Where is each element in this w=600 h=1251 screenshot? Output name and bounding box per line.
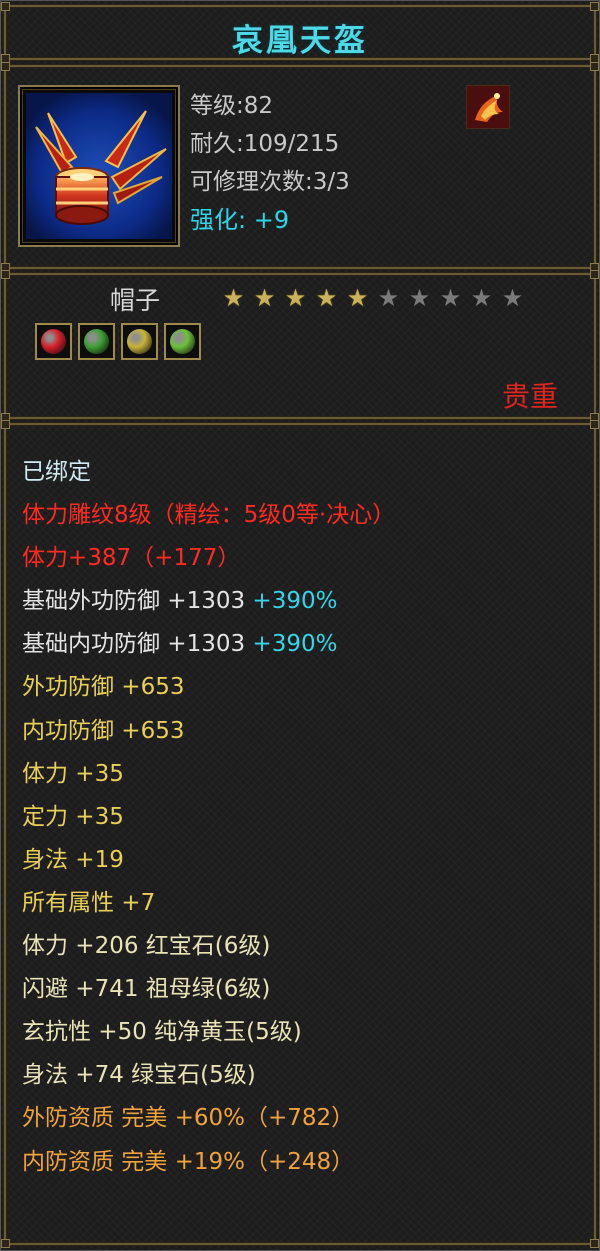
stat-line: 基础外功防御 +1303 +390% <box>22 580 395 623</box>
item-durability: 耐久:109/215 <box>190 131 340 157</box>
gem-slots <box>35 323 201 360</box>
gem-slot[interactable] <box>35 323 72 360</box>
stat-text: 体力雕纹8级（精绘：5级0等·决心） <box>22 502 396 529</box>
enhance-label: 强化: <box>190 206 247 234</box>
star-empty-icon: ★ <box>408 284 431 312</box>
stat-text: 身法 +19 <box>22 846 124 873</box>
stat-line: 身法 +74 绿宝石(5级) <box>22 1054 395 1097</box>
stat-text: 基础内功防御 +1303 <box>22 631 246 658</box>
item-level: 等级:82 <box>190 93 274 119</box>
stat-line: 内功防御 +653 <box>22 710 395 753</box>
stat-line: 体力+387（+177） <box>22 537 395 580</box>
stat-text: 已绑定 <box>22 459 91 485</box>
green-gem-icon <box>84 329 109 354</box>
stat-text: 体力 +206 红宝石(6级) <box>22 933 271 960</box>
yellow-gem-icon <box>127 329 152 354</box>
item-header-panel: 等级:82 耐久:109/215 可修理次数:3/3 强化: +9 <box>1 62 599 272</box>
phoenix-helmet-icon <box>26 93 172 239</box>
stat-line: 身法 +19 <box>22 839 395 882</box>
title-panel: 哀凰天盔 <box>1 2 599 63</box>
stat-line: 外功防御 +653 <box>22 666 395 709</box>
stat-line: 玄抗性 +50 纯净黄玉(5级) <box>22 1011 395 1054</box>
star-filled-icon: ★ <box>315 284 338 312</box>
item-info: 等级:82 耐久:109/215 可修理次数:3/3 强化: +9 <box>190 87 350 239</box>
stat-text: 定力 +35 <box>22 803 124 830</box>
star-empty-icon: ★ <box>501 284 524 312</box>
star-empty-icon: ★ <box>439 284 462 312</box>
stat-text: 闪避 +741 祖母绿(6级) <box>22 976 271 1003</box>
stat-line: 体力 +35 <box>22 753 395 796</box>
stat-line: 体力 +206 红宝石(6级) <box>22 925 395 968</box>
red-gem-icon <box>41 329 66 354</box>
stat-line: 闪避 +741 祖母绿(6级) <box>22 968 395 1011</box>
lime-gem-icon <box>170 329 195 354</box>
item-enhance: 强化: +9 <box>190 201 350 239</box>
item-type: 帽子 <box>110 286 161 315</box>
stat-text: 体力+387（+177） <box>22 545 241 572</box>
stat-percent: +390% <box>245 588 338 615</box>
gem-slot[interactable] <box>78 323 115 360</box>
stat-percent: +390% <box>245 631 338 658</box>
item-repair-count: 可修理次数:3/3 <box>190 169 350 195</box>
star-filled-icon: ★ <box>346 284 369 312</box>
stat-list: 已绑定体力雕纹8级（精绘：5级0等·决心） 体力+387（+177） 基础外功防御 … <box>22 451 395 1184</box>
stat-line: 所有属性 +7 <box>22 882 395 925</box>
stat-line: 外防资质 完美 +60%（+782） <box>22 1097 395 1140</box>
item-name: 哀凰天盔 <box>232 23 368 59</box>
phoenix-badge-icon <box>466 85 510 129</box>
stat-line: 定力 +35 <box>22 796 395 839</box>
stat-text: 所有属性 +7 <box>22 889 156 916</box>
star-rating: ★ ★ ★ ★ ★ ★ ★ ★ ★ ★ <box>218 285 528 311</box>
stat-text: 身法 +74 绿宝石(5级) <box>22 1062 256 1089</box>
stat-text: 内功防御 +653 <box>22 717 185 744</box>
item-stats-panel: 已绑定体力雕纹8级（精绘：5级0等·决心） 体力+387（+177） 基础外功防御 … <box>1 420 599 1248</box>
star-empty-icon: ★ <box>377 284 400 312</box>
gem-slot[interactable] <box>121 323 158 360</box>
stat-line: 内防资质 完美 +19%（+248） <box>22 1141 395 1184</box>
enhance-value: +9 <box>253 206 290 234</box>
star-filled-icon: ★ <box>253 284 276 312</box>
star-filled-icon: ★ <box>222 284 245 312</box>
stat-text: 体力 +35 <box>22 760 124 787</box>
item-meta-panel: 帽子 ★ ★ ★ ★ ★ ★ ★ ★ ★ ★ 贵重 <box>1 270 599 422</box>
stat-text: 玄抗性 +50 纯净黄玉(5级) <box>22 1019 302 1046</box>
stat-text: 基础外功防御 +1303 <box>22 588 246 615</box>
item-rarity: 贵重 <box>501 380 558 413</box>
stat-line: 体力雕纹8级（精绘：5级0等·决心） <box>22 494 395 537</box>
stat-text: 外防资质 完美 +60%（+782） <box>22 1105 355 1132</box>
stat-text: 内防资质 完美 +19%（+248） <box>22 1148 355 1175</box>
stat-text: 外功防御 +653 <box>22 674 185 701</box>
star-filled-icon: ★ <box>284 284 307 312</box>
stat-line: 基础内功防御 +1303 +390% <box>22 623 395 666</box>
gem-slot[interactable] <box>164 323 201 360</box>
stat-line: 已绑定 <box>22 451 395 494</box>
star-empty-icon: ★ <box>470 284 493 312</box>
item-tooltip: 哀凰天盔 等级:82 耐久:109/215 可修理次数:3/3 强化: +9 帽… <box>0 0 600 1251</box>
item-icon-frame <box>18 85 180 247</box>
